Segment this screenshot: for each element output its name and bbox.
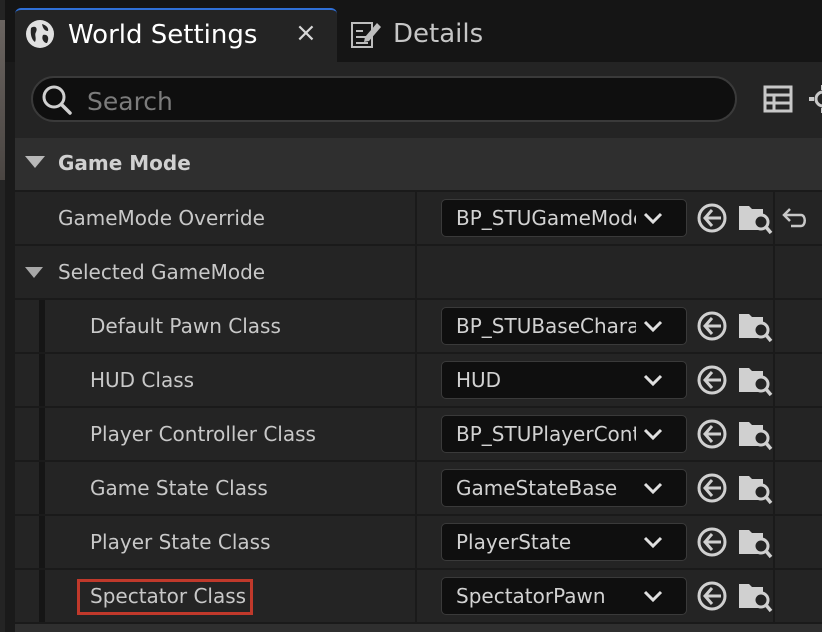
default-pawn-class-combo[interactable]: BP_STUBaseCharacter bbox=[441, 307, 687, 345]
column-divider-extra bbox=[773, 192, 775, 244]
collapse-triangle-icon[interactable] bbox=[25, 267, 43, 278]
column-divider-extra bbox=[773, 408, 775, 460]
property-name-cell: HUD Class bbox=[15, 354, 415, 406]
column-divider-extra bbox=[773, 354, 775, 406]
edit-icon bbox=[351, 22, 381, 48]
table-icon[interactable] bbox=[763, 84, 793, 114]
combo-value: BP_STUPlayerController bbox=[456, 422, 636, 446]
chevron-down-icon bbox=[643, 482, 663, 495]
browse-folder-icon[interactable] bbox=[737, 308, 773, 344]
gear-icon[interactable] bbox=[808, 84, 822, 114]
combo-value: GameStateBase bbox=[456, 476, 618, 500]
browse-folder-icon[interactable] bbox=[737, 362, 773, 398]
tab-world-settings[interactable]: World Settings × bbox=[15, 8, 337, 62]
column-divider[interactable] bbox=[415, 408, 417, 460]
property-name-cell: Default Pawn Class bbox=[15, 300, 415, 352]
property-name: Player Controller Class bbox=[90, 422, 316, 446]
property-row-player-controller-class: Player Controller Class BP_STUPlayerCont… bbox=[15, 408, 822, 460]
use-selected-icon[interactable] bbox=[696, 202, 728, 234]
property-name-cell: Player Controller Class bbox=[15, 408, 415, 460]
property-name: HUD Class bbox=[90, 368, 195, 392]
category-game-mode[interactable]: Game Mode bbox=[15, 138, 822, 190]
use-selected-icon[interactable] bbox=[696, 364, 728, 396]
category-label: Game Mode bbox=[58, 151, 191, 175]
column-divider[interactable] bbox=[415, 570, 417, 622]
property-row-game-state-class: Game State Class GameStateBase bbox=[15, 462, 822, 514]
property-row-player-state-class: Player State Class PlayerState bbox=[15, 516, 822, 568]
property-name-cell: Game State Class bbox=[15, 462, 415, 514]
column-divider-extra bbox=[773, 462, 775, 514]
combo-value: PlayerState bbox=[456, 530, 572, 554]
collapse-triangle-icon[interactable] bbox=[25, 156, 45, 168]
tab-details-label: Details bbox=[393, 19, 484, 49]
use-selected-icon[interactable] bbox=[696, 526, 728, 558]
use-selected-icon[interactable] bbox=[696, 418, 728, 450]
property-grid: Game Mode GameMode Override BP_STUGameMo… bbox=[15, 138, 822, 632]
property-row-spectator-class: Spectator Class SpectatorPawn bbox=[15, 570, 822, 622]
property-row-selected-gamemode[interactable]: Selected GameMode bbox=[15, 246, 822, 298]
browse-folder-icon[interactable] bbox=[737, 470, 773, 506]
chevron-down-icon bbox=[643, 590, 663, 603]
search-input[interactable] bbox=[85, 82, 709, 120]
column-divider-extra bbox=[773, 516, 775, 568]
use-selected-icon[interactable] bbox=[696, 310, 728, 342]
combo-value: BP_STUBaseCharacter bbox=[456, 314, 636, 338]
combo-value: HUD bbox=[456, 368, 502, 392]
gamemode-override-combo[interactable]: BP_STUGameMode bbox=[441, 199, 687, 237]
column-divider-extra bbox=[773, 300, 775, 352]
game-state-class-combo[interactable]: GameStateBase bbox=[441, 469, 687, 507]
column-divider[interactable] bbox=[415, 246, 417, 298]
property-name-cell: Player State Class bbox=[15, 516, 415, 568]
column-divider[interactable] bbox=[415, 462, 417, 514]
column-divider-extra bbox=[773, 570, 775, 622]
property-name: Default Pawn Class bbox=[90, 314, 281, 338]
player-state-class-combo[interactable]: PlayerState bbox=[441, 523, 687, 561]
column-divider[interactable] bbox=[415, 300, 417, 352]
close-icon[interactable]: × bbox=[295, 18, 317, 48]
tab-details[interactable]: Details bbox=[345, 8, 565, 62]
player-controller-class-combo[interactable]: BP_STUPlayerController bbox=[441, 415, 687, 453]
combo-value: BP_STUGameMode bbox=[456, 206, 636, 230]
chevron-down-icon bbox=[643, 536, 663, 549]
chevron-down-icon bbox=[643, 320, 663, 333]
property-name: Player State Class bbox=[90, 530, 271, 554]
column-divider-extra bbox=[773, 246, 775, 298]
browse-folder-icon[interactable] bbox=[737, 578, 773, 614]
viewport-edge bbox=[0, 0, 5, 632]
browse-folder-icon[interactable] bbox=[737, 524, 773, 560]
reset-arrow-icon[interactable] bbox=[781, 206, 807, 230]
search-box[interactable] bbox=[31, 76, 737, 122]
property-name-cell: Spectator Class bbox=[15, 570, 415, 622]
column-divider[interactable] bbox=[415, 516, 417, 568]
property-name: Game State Class bbox=[90, 476, 268, 500]
next-category-edge bbox=[15, 624, 822, 632]
chevron-down-icon bbox=[643, 212, 663, 225]
property-row-default-pawn-class: Default Pawn Class BP_STUBaseCharacter bbox=[15, 300, 822, 352]
property-row-gamemode-override: GameMode Override BP_STUGameMode bbox=[15, 192, 822, 244]
browse-folder-icon[interactable] bbox=[737, 200, 773, 236]
search-icon bbox=[42, 85, 72, 115]
use-selected-icon[interactable] bbox=[696, 580, 728, 612]
highlight-box bbox=[77, 579, 253, 615]
hud-class-combo[interactable]: HUD bbox=[441, 361, 687, 399]
column-divider[interactable] bbox=[415, 192, 417, 244]
property-name-cell: Selected GameMode bbox=[15, 246, 415, 298]
combo-value: SpectatorPawn bbox=[456, 584, 606, 608]
chevron-down-icon bbox=[643, 374, 663, 387]
chevron-down-icon bbox=[643, 428, 663, 441]
browse-folder-icon[interactable] bbox=[737, 416, 773, 452]
property-name-cell: GameMode Override bbox=[15, 192, 415, 244]
property-row-hud-class: HUD Class HUD bbox=[15, 354, 822, 406]
property-name: GameMode Override bbox=[58, 206, 265, 230]
use-selected-icon[interactable] bbox=[696, 472, 728, 504]
tab-bar: World Settings × Details bbox=[5, 0, 822, 62]
search-toolbar bbox=[15, 62, 822, 138]
tab-world-settings-label: World Settings bbox=[68, 20, 258, 50]
spectator-class-combo[interactable]: SpectatorPawn bbox=[441, 577, 687, 615]
world-settings-panel: World Settings × Details Search Game Mod… bbox=[0, 0, 822, 632]
globe-icon bbox=[26, 20, 54, 48]
column-divider[interactable] bbox=[415, 354, 417, 406]
property-name: Selected GameMode bbox=[58, 260, 266, 284]
